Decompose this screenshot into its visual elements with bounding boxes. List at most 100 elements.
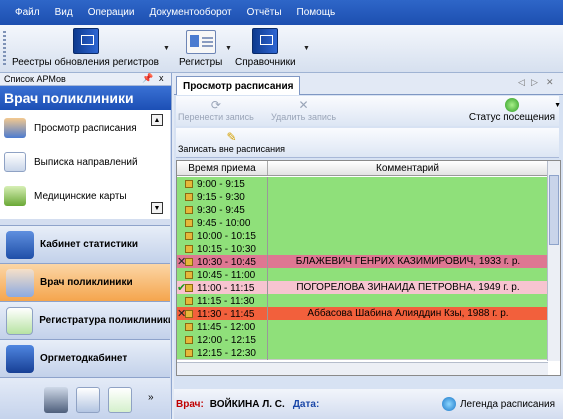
menu-help[interactable]: Помощь (297, 7, 336, 18)
nav-scrollbar[interactable]: ▲ ▼ (151, 114, 163, 214)
lock-icon (185, 258, 193, 266)
scroll-thumb[interactable] (549, 175, 559, 245)
table-row[interactable]: ✕ 11:30 - 11:45 Аббасова Шабина Алияддин К… (177, 307, 548, 321)
table-row[interactable]: 11:45 - 12:00 (177, 320, 548, 334)
row-marker (177, 320, 185, 334)
cross-icon: ✕ (177, 308, 187, 320)
doctor-name: ВОЙКИНА Л. С. (209, 398, 285, 410)
row-marker (177, 216, 185, 230)
nav-item-label: Медицинские карты (34, 190, 127, 202)
category-label: Врач поликлиники (40, 277, 133, 288)
cross-icon: ✕ (177, 256, 187, 268)
comment-cell (268, 242, 548, 255)
column-header-time[interactable]: Время приема (177, 161, 268, 175)
table-row[interactable]: 9:00 - 9:15 (177, 177, 548, 191)
move-record-button[interactable]: ⟳ Перенести запись (178, 98, 254, 122)
delete-record-label: Удалить запись (271, 112, 337, 122)
table-row[interactable]: 9:30 - 9:45 (177, 203, 548, 217)
chevron-down-icon[interactable]: ▼ (554, 102, 561, 109)
time-label: 10:00 - 10:15 (197, 230, 256, 242)
lock-icon (185, 284, 193, 292)
table-row[interactable]: 10:45 - 11:00 (177, 268, 548, 282)
delete-icon: ✕ (298, 98, 309, 112)
category-doctor[interactable]: Врач поликлиники (0, 263, 170, 301)
comment-cell (268, 346, 548, 359)
table-row[interactable]: 9:15 - 9:30 (177, 190, 548, 204)
grid-vertical-scrollbar[interactable] (547, 161, 560, 361)
row-marker (177, 333, 185, 347)
table-row[interactable]: ✔ 11:00 - 11:15 ПОГОРЕЛОВА ЗИНАИДА ПЕТРОВН… (177, 281, 548, 295)
pin-icon[interactable]: 📌 (142, 73, 153, 84)
chevron-down-icon[interactable]: ▼ (303, 45, 310, 52)
category-statistics[interactable]: Кабинет статистики (0, 225, 170, 263)
menu-documents[interactable]: Документооборот (149, 7, 231, 18)
legend-label: Легенда расписания (459, 398, 555, 410)
legend-button[interactable]: Легенда расписания (441, 397, 555, 411)
time-label: 10:30 - 10:45 (197, 256, 256, 268)
grid-horizontal-scrollbar[interactable] (177, 362, 548, 375)
xray-icon[interactable] (44, 387, 68, 413)
overflow-chevron-icon[interactable]: » (148, 392, 154, 403)
time-cell: 10:15 - 10:30 (185, 242, 268, 256)
book-outside-button[interactable]: ✎ Записать вне расписания (178, 130, 285, 154)
pencil-icon: ✎ (226, 130, 237, 144)
table-row[interactable]: 9:45 - 10:00 (177, 216, 548, 230)
add-document-icon[interactable] (108, 387, 132, 413)
registers-update-button[interactable]: Реестры обновления регистров (12, 28, 159, 68)
visit-status-button[interactable]: Статус посещения (469, 98, 555, 123)
table-row[interactable]: 12:15 - 12:30 (177, 346, 548, 360)
lock-icon (185, 232, 193, 240)
tab-prev-icon[interactable]: ◁ (518, 77, 525, 88)
time-label: 9:45 - 10:00 (197, 217, 251, 229)
scroll-up-icon[interactable]: ▲ (151, 114, 163, 126)
row-marker (177, 203, 185, 217)
time-cell: 9:30 - 9:45 (185, 203, 268, 217)
references-button[interactable]: Справочники (235, 28, 296, 68)
legend-icon (441, 397, 456, 411)
category-label: Регистратура поликлиники (39, 315, 170, 326)
book-outside-label: Записать вне расписания (178, 144, 286, 154)
lock-icon (185, 323, 193, 331)
comment-cell (268, 333, 548, 346)
table-row[interactable]: ✕ 10:30 - 10:45 БЛАЖЕВИЧ ГЕНРИХ КАЗИМИРОВИ… (177, 255, 548, 269)
nav-item-referrals[interactable]: Выписка направлений (4, 152, 138, 172)
toolbar-grip[interactable] (3, 31, 6, 67)
lock-icon (185, 310, 193, 318)
chevron-down-icon[interactable]: ▼ (163, 45, 170, 52)
tab-close-icon[interactable]: ✕ (546, 77, 554, 88)
time-cell: 10:45 - 11:00 (185, 268, 268, 282)
menu-file[interactable]: Файл (15, 7, 40, 18)
table-row[interactable]: 12:00 - 12:15 (177, 333, 548, 347)
tab-schedule[interactable]: Просмотр расписания (176, 76, 301, 95)
nav-item-schedule[interactable]: Просмотр расписания (4, 118, 137, 138)
time-cell: 10:30 - 10:45 (185, 255, 268, 269)
move-record-label: Перенести запись (178, 112, 254, 122)
row-marker (177, 294, 185, 308)
comment-cell: ПОГОРЕЛОВА ЗИНАИДА ПЕТРОВНА, 1949 г. р. (296, 282, 520, 293)
menu-reports[interactable]: Отчёты (247, 7, 282, 18)
close-icon[interactable]: x (159, 73, 164, 83)
scroll-down-icon[interactable]: ▼ (151, 202, 163, 214)
table-row[interactable]: 11:15 - 11:30 (177, 294, 548, 308)
checkmark-icon (6, 306, 34, 335)
category-label: Кабинет статистики (40, 239, 139, 250)
registers-label: Регистры (179, 57, 223, 68)
row-marker (177, 190, 185, 204)
tab-next-icon[interactable]: ▷ (531, 77, 538, 88)
column-header-comment[interactable]: Комментарий (268, 161, 548, 175)
table-row[interactable]: 10:15 - 10:30 (177, 242, 548, 256)
table-row[interactable]: 10:00 - 10:15 (177, 229, 548, 243)
registers-button[interactable]: Регистры (179, 28, 222, 68)
chevron-down-icon[interactable]: ▼ (225, 45, 232, 52)
lock-icon (185, 193, 193, 201)
category-registry[interactable]: Регистратура поликлиники (0, 301, 170, 339)
category-method[interactable]: Оргметодкабинет (0, 339, 170, 377)
action-bar-secondary: ✎ Записать вне расписания (176, 128, 559, 158)
nav-item-medical-cards[interactable]: Медицинские карты (4, 186, 127, 206)
delete-record-button[interactable]: ✕ Удалить запись (271, 98, 336, 122)
time-cell: 12:15 - 12:30 (185, 346, 268, 360)
documents-icon[interactable] (76, 387, 100, 413)
action-bar: ⟳ Перенести запись ✕ Удалить запись Стат… (176, 96, 561, 126)
menu-operations[interactable]: Операции (88, 7, 135, 18)
menu-view[interactable]: Вид (55, 7, 73, 18)
